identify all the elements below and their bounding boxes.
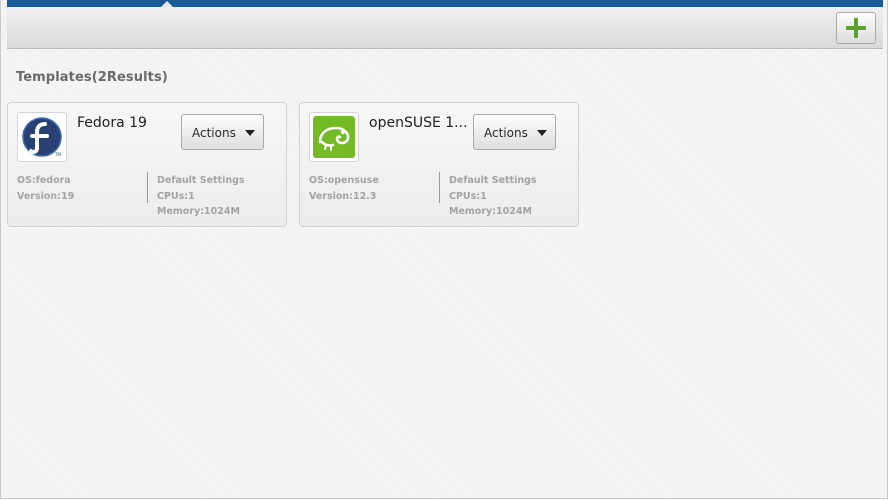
os-info: OS:opensuse Version:12.3	[309, 173, 379, 204]
template-name: openSUSE 1...	[369, 115, 468, 131]
memory-value: Memory:1024M	[449, 206, 532, 217]
actions-button[interactable]: Actions	[473, 114, 556, 150]
template-card[interactable]: openSUSE 1... Actions OS:opensuse Versio…	[299, 102, 579, 227]
cpus-value: CPUs:1	[157, 190, 195, 202]
add-template-button[interactable]	[836, 12, 876, 44]
cpus-value: CPUs:1	[449, 190, 487, 202]
settings-info: Default Settings CPUs:1 Memory:1024M	[449, 173, 537, 220]
version-value: Version:19	[17, 190, 75, 202]
version-value: Version:12.3	[309, 190, 377, 202]
top-accent-bar	[7, 0, 883, 8]
section-title: Templates(2Results)	[16, 70, 168, 85]
actions-label: Actions	[192, 126, 236, 140]
os-value: OS:opensuse	[309, 175, 379, 186]
settings-heading: Default Settings	[157, 175, 245, 186]
plus-icon	[846, 18, 866, 38]
caret-down-icon	[537, 130, 547, 136]
info-divider	[147, 172, 148, 203]
memory-value: Memory:1024M	[157, 206, 240, 217]
actions-label: Actions	[484, 126, 528, 140]
toolbar	[7, 7, 883, 49]
fedora-logo: TM	[17, 112, 67, 162]
actions-button[interactable]: Actions	[181, 114, 264, 150]
svg-text:TM: TM	[54, 152, 61, 157]
settings-info: Default Settings CPUs:1 Memory:1024M	[157, 173, 245, 220]
os-value: OS:fedora	[17, 175, 71, 186]
opensuse-logo	[309, 112, 359, 162]
template-name: Fedora 19	[77, 115, 147, 131]
caret-down-icon	[245, 130, 255, 136]
os-info: OS:fedora Version:19	[17, 173, 74, 204]
settings-heading: Default Settings	[449, 175, 537, 186]
section-title-text: Templates(2Results)	[16, 70, 168, 85]
info-divider	[439, 172, 440, 203]
app-frame: Templates(2Results) TM Fedora 19 Actions…	[0, 0, 888, 499]
template-card[interactable]: TM Fedora 19 Actions OS:fedora Version:1…	[7, 102, 287, 227]
